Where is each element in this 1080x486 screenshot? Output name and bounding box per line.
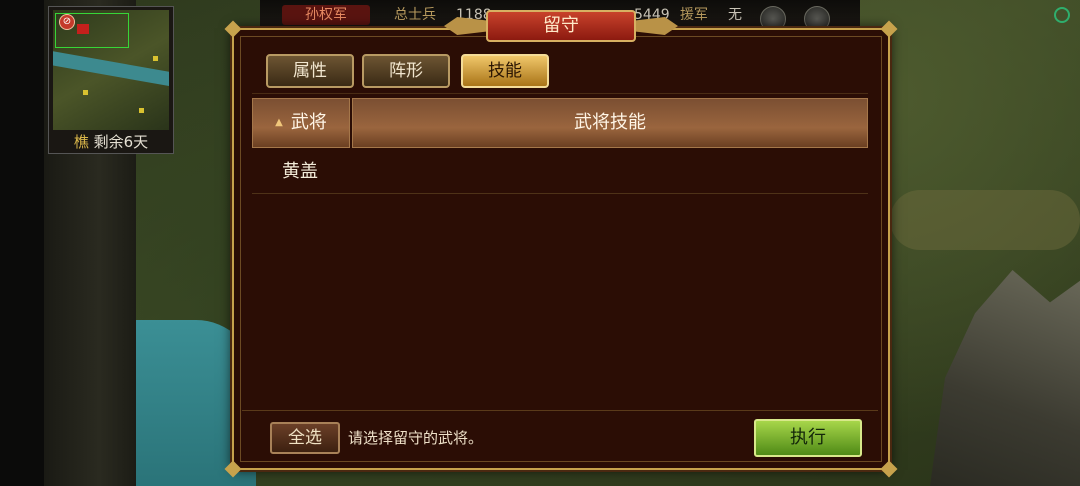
column-header-skill[interactable]: 武将技能 [352,98,868,148]
troops-label: 总士兵 [394,7,436,23]
days-remaining: 樵 剩余6天 [49,131,173,153]
column-header-general-label: 武将 [290,112,327,133]
table-row[interactable]: 黄盖 [252,150,868,194]
tab-attributes[interactable]: 属性 [266,54,354,88]
days-remaining-text: 剩余6天 [93,133,149,151]
minimap-city-marker [153,56,158,61]
tab-skills[interactable]: 技能 [461,54,549,88]
dialog-title: 留守 [486,10,636,42]
minimap[interactable]: ⊘ 樵 剩余6天 [48,6,174,154]
sort-ascending-icon: ▲ [275,117,283,128]
tab-divider [252,93,868,94]
screen-edge [0,0,44,486]
execute-button[interactable]: 执行 [754,419,862,457]
minimap-city-marker [139,108,144,113]
garrison-dialog [224,20,898,478]
general-name-cell: 黄盖 [282,161,318,182]
footer-divider [242,410,878,411]
army-name: 孙权军 [282,5,370,25]
reinforce-label: 援军 [680,7,708,23]
hint-text: 请选择留守的武将。 [348,429,484,447]
minimap-river [53,49,169,89]
tab-formation[interactable]: 阵形 [362,54,450,88]
minimap-view[interactable]: ⊘ [53,10,169,130]
column-header-skill-label: 武将技能 [574,112,646,133]
radar-icon[interactable] [1054,7,1070,23]
forbid-icon[interactable]: ⊘ [59,14,75,30]
minimap-city-marker [83,90,88,95]
select-all-button[interactable]: 全选 [270,422,340,454]
woodcutter-tag: 樵 [73,133,89,151]
reinforce-value: 无 [728,7,742,23]
map-plain [890,190,1080,250]
column-header-general[interactable]: ▲ 武将 [252,98,350,148]
